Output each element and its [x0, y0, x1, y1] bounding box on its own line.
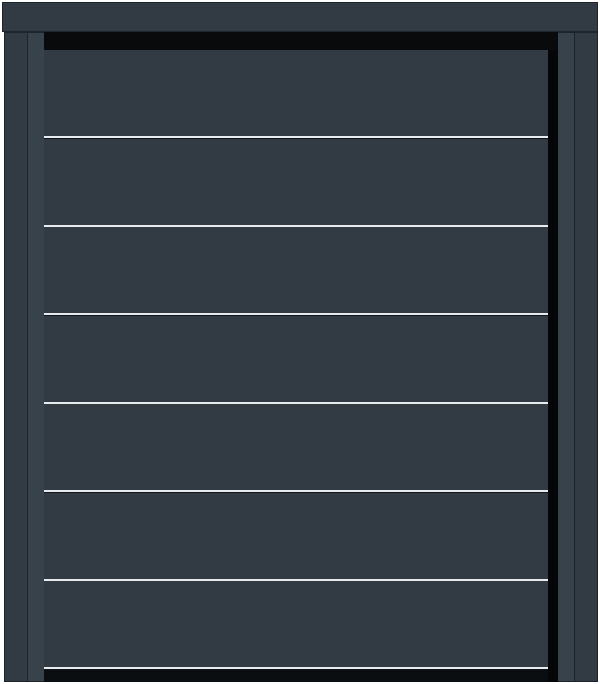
header-beam	[2, 2, 598, 32]
door-panel	[44, 227, 548, 313]
left-door-post	[4, 32, 46, 682]
door-top-shadow	[44, 32, 558, 50]
door-panel	[44, 138, 548, 225]
left-post-inner-trim	[27, 33, 45, 681]
right-door-post	[556, 32, 598, 682]
door-panel	[44, 492, 548, 579]
door-right-shadow	[548, 50, 558, 682]
panel-seam-line	[44, 667, 558, 669]
garage-door-frame	[0, 0, 600, 684]
door-panel	[44, 404, 548, 490]
door-panel	[44, 581, 548, 667]
door-panel	[44, 50, 548, 136]
garage-door	[44, 32, 558, 682]
right-post-inner-trim	[557, 33, 575, 681]
door-panels	[44, 50, 558, 682]
door-panel	[44, 315, 548, 402]
